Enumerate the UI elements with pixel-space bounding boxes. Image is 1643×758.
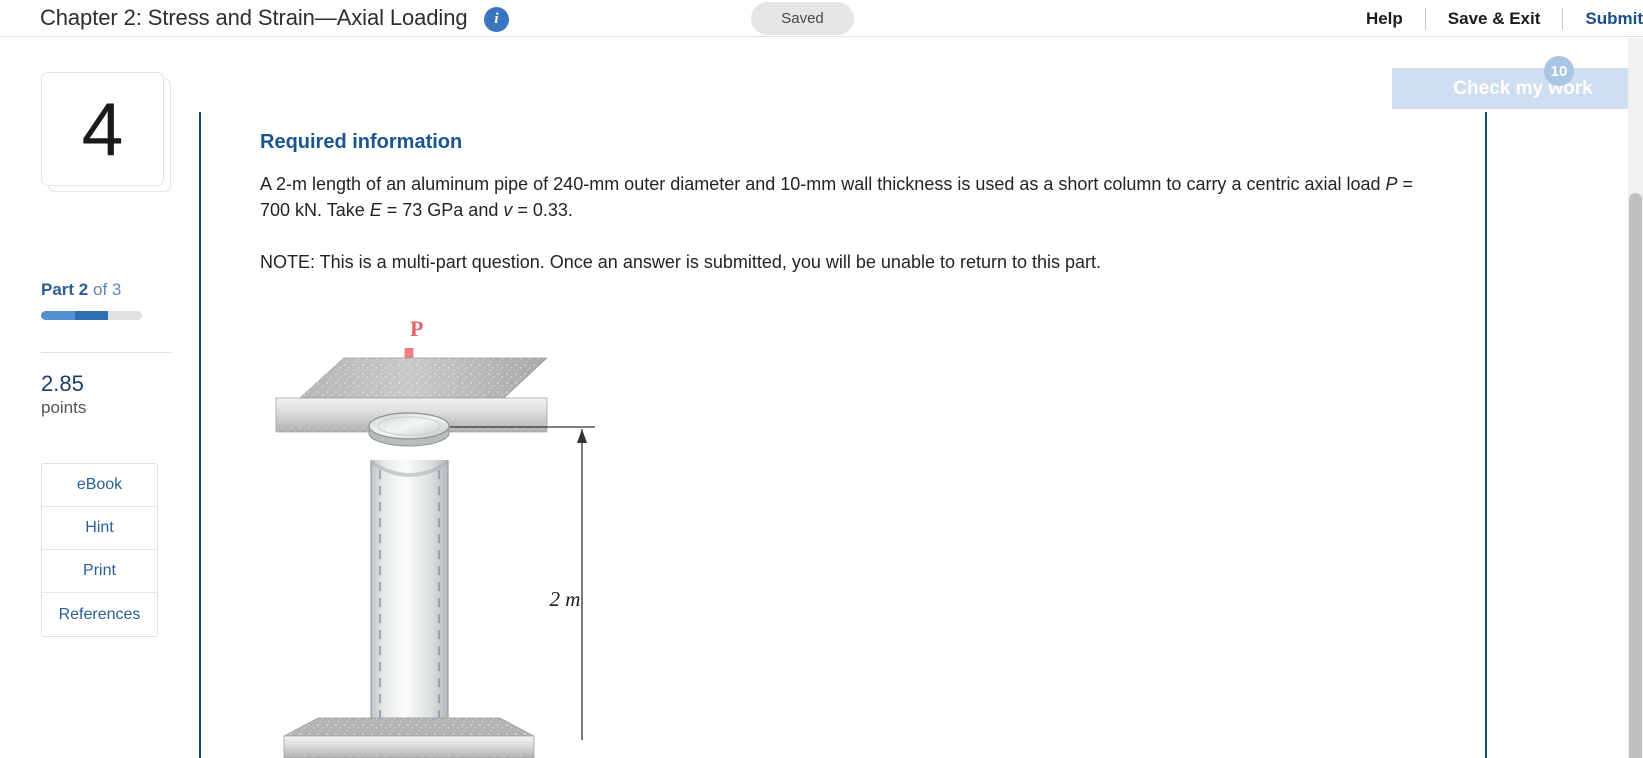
question-text-part-3: = 73 GPa and <box>381 200 504 221</box>
variable-p: P <box>1385 174 1398 194</box>
variable-e: E <box>369 200 382 221</box>
hint-button[interactable]: Hint <box>42 507 157 550</box>
question-number-card: 4 <box>41 72 171 192</box>
question-text-part-1: A 2-m length of an aluminum pipe of 240-… <box>260 174 1386 194</box>
multi-part-note: NOTE: This is a multi-part question. Onc… <box>260 252 1102 272</box>
part-current-label: Part 2 <box>41 280 89 299</box>
check-my-work-button[interactable]: Check my work <box>1392 68 1643 109</box>
check-my-work-container: Check my work 10 <box>1392 56 1643 109</box>
help-button[interactable]: Help <box>1344 9 1425 29</box>
references-button[interactable]: References <box>42 593 157 636</box>
variable-nu: v <box>503 200 513 221</box>
load-label-p: P <box>410 316 423 341</box>
required-information-heading: Required information <box>260 131 463 153</box>
check-my-work-badge: 10 <box>1544 56 1574 86</box>
ebook-button[interactable]: eBook <box>42 464 157 507</box>
pipe-column-figure: P 2 m <box>262 300 622 758</box>
pipe-column-diagram: P 2 m <box>275 316 595 758</box>
part-indicator: Part 2 of 3 <box>41 280 121 300</box>
question-sidebar: 4 Part 2 of 3 2.85 points eBook Hint Pri… <box>0 37 199 758</box>
question-body-text: A 2-m length of an aluminum pipe of 240-… <box>260 171 1420 223</box>
page-scrollbar-track[interactable] <box>1628 38 1643 758</box>
progress-segment-2 <box>75 311 108 320</box>
resource-tool-list: eBook Hint Print References <box>41 463 158 637</box>
sidebar-divider <box>41 352 171 353</box>
info-icon[interactable]: i <box>484 7 509 32</box>
top-bar-actions: Help Save & Exit Submit <box>1344 0 1643 37</box>
print-button[interactable]: Print <box>42 550 157 593</box>
points-unit-label: points <box>41 398 87 417</box>
content-right-rule <box>1485 112 1487 758</box>
page-title: Chapter 2: Stress and Strain—Axial Loadi… <box>40 5 468 30</box>
top-bar: Chapter 2: Stress and Strain—Axial Loadi… <box>0 0 1643 37</box>
part-total-label: of 3 <box>92 280 122 299</box>
status-badge-saved: Saved <box>751 2 854 35</box>
points-value: 2.85 <box>41 371 84 396</box>
page-scrollbar-thumb[interactable] <box>1629 193 1642 758</box>
assignment-page: Chapter 2: Stress and Strain—Axial Loadi… <box>0 0 1643 758</box>
submit-button[interactable]: Submit <box>1563 9 1643 29</box>
length-label: 2 m <box>550 587 581 611</box>
save-and-exit-button[interactable]: Save & Exit <box>1426 9 1563 29</box>
content-left-rule <box>199 112 201 758</box>
part-progress-bar <box>41 311 142 320</box>
progress-segment-1 <box>41 311 75 320</box>
question-text-part-4: = 0.33. <box>512 200 573 221</box>
question-number: 4 <box>41 72 164 186</box>
